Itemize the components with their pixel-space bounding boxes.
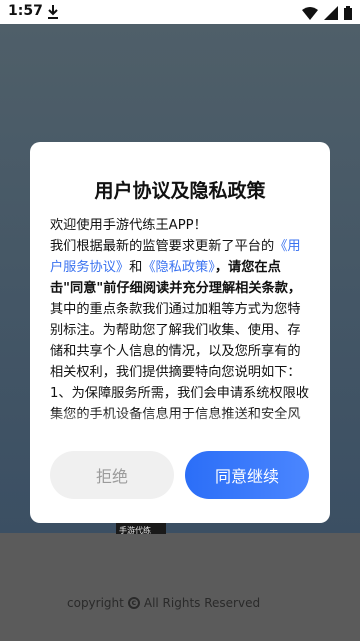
app-bottom-area	[0, 533, 360, 641]
update-text: 我们根据最新的监管要求更新了平台的	[50, 239, 275, 254]
notice-rest-text: 其中的重点条款我们通过加粗等方式为您特别标注。为帮助您了解我们收集、使用、存储和…	[50, 302, 301, 380]
and-text: 和	[129, 260, 143, 275]
signal-icon	[324, 5, 338, 24]
content-paragraph: 我们根据最新的监管要求更新了平台的《用户服务协议》和《隐私政策》，请您在点击"同…	[50, 236, 312, 383]
status-time: 1:57	[8, 3, 43, 19]
battery-icon	[344, 5, 352, 24]
copyright-rights: All Rights Reserved	[143, 596, 261, 610]
status-bar: 1:57	[0, 0, 360, 24]
status-icons	[302, 5, 352, 24]
copyright-text: copyright c All Rights Reserved	[67, 596, 260, 610]
download-icon	[46, 4, 60, 20]
agree-button[interactable]: 同意继续	[185, 451, 309, 499]
wifi-icon	[302, 5, 318, 24]
bottom-chip-text: 手游代练	[119, 526, 151, 535]
reject-button[interactable]: 拒绝	[50, 451, 174, 499]
reject-button-label: 拒绝	[95, 467, 128, 486]
agree-button-label: 同意继续	[214, 467, 279, 486]
content-fade	[30, 410, 330, 436]
content-paragraph: 欢迎使用手游代练王APP！	[50, 215, 312, 236]
dialog-title: 用户协议及隐私政策	[94, 180, 266, 202]
welcome-text: 欢迎使用手游代练王APP！	[50, 218, 207, 233]
dialog-content[interactable]: 欢迎使用手游代练王APP！ 我们根据最新的监管要求更新了平台的《用户服务协议》和…	[50, 215, 312, 420]
agreement-dialog: 用户协议及隐私政策 欢迎使用手游代练王APP！ 我们根据最新的监管要求更新了平台…	[30, 142, 330, 523]
copyright-icon: c	[127, 597, 140, 609]
copyright-label: copyright	[67, 596, 124, 610]
privacy-policy-link[interactable]: 《隐私政策》	[142, 260, 215, 275]
